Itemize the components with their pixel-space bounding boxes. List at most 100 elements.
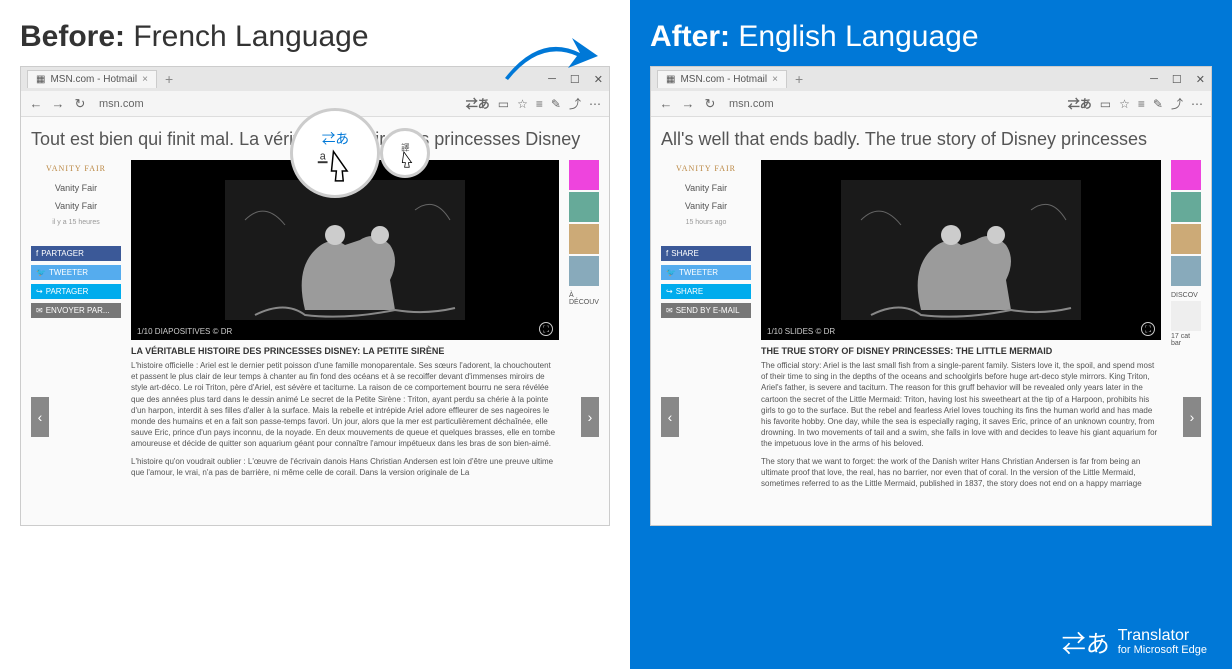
facebook-icon: f [36, 249, 38, 258]
publisher-logo: VANITY FAIR [31, 160, 121, 177]
expand-icon[interactable]: ⛶ [1141, 322, 1155, 336]
twitter-icon: 🐦 [36, 268, 46, 277]
minimize-button[interactable]: ─ [1150, 73, 1158, 86]
slide-caption: 1/10 DIAPOSITIVES © DR [137, 327, 232, 336]
favorite-icon[interactable]: ☆ [517, 97, 528, 111]
svg-text:譯: 譯 [401, 142, 410, 152]
discover-label: À DÉCOUV [569, 292, 599, 306]
brand-name: Translator [1118, 627, 1189, 644]
thumb[interactable] [1171, 224, 1201, 254]
article-heading: LA VÉRITABLE HISTOIRE DES PRINCESSES DIS… [131, 346, 559, 356]
hub-icon[interactable]: ≡ [536, 97, 543, 111]
publish-time: 15 hours ago [661, 217, 751, 228]
reading-view-icon[interactable]: ▭ [498, 97, 509, 111]
new-tab-button[interactable]: + [787, 71, 811, 87]
new-tab-button[interactable]: + [157, 71, 181, 87]
article-heading: THE TRUE STORY OF DISNEY PRINCESSES: THE… [761, 346, 1161, 356]
translator-icon[interactable]: ⇄あ [1068, 95, 1092, 112]
article-sidebar: VANITY FAIR Vanity Fair Vanity Fair 15 h… [661, 160, 751, 513]
publisher-name: Vanity Fair [31, 181, 121, 195]
share-mini-icon: ↪ [36, 287, 43, 296]
translator-logo-icon: ⇄あ [1062, 624, 1110, 659]
close-button[interactable]: ✕ [1196, 73, 1205, 86]
share-icon[interactable]: ⤴ [569, 95, 581, 112]
discover-label: DISCOV [1171, 292, 1201, 299]
article-paragraph-2: L'histoire qu'on voudrait oublier : L'œu… [131, 456, 559, 478]
expand-icon[interactable]: ⛶ [539, 322, 553, 336]
share-twitter-button[interactable]: 🐦TWEETER [31, 265, 121, 280]
share-twitter-button[interactable]: 🐦TWEETER [661, 265, 751, 280]
tab-close-icon[interactable]: × [772, 74, 778, 85]
thumb[interactable] [569, 160, 599, 190]
related-thumbnails: À DÉCOUV [569, 160, 599, 513]
reading-view-icon[interactable]: ▭ [1100, 97, 1111, 111]
mail-icon: ✉ [666, 306, 673, 315]
back-button[interactable]: ← [659, 97, 673, 111]
browser-after: ▦ MSN.com - Hotmail × + ─ ☐ ✕ ← → ↻ msn.… [650, 66, 1212, 526]
forward-button[interactable]: → [51, 97, 65, 111]
article-paragraph-1: L'histoire officielle : Ariel est le der… [131, 360, 559, 450]
article-title: All's well that ends badly. The true sto… [661, 129, 1201, 150]
publisher-logo: VANITY FAIR [661, 160, 751, 177]
thumb[interactable] [569, 256, 599, 286]
prev-slide-button[interactable]: ‹ [661, 397, 679, 437]
related-thumbnails: DISCOV 17 cat bar [1171, 160, 1201, 513]
browser-tab[interactable]: ▦ MSN.com - Hotmail × [27, 70, 157, 88]
article-sidebar: VANITY FAIR Vanity Fair Vanity Fair il y… [31, 160, 121, 513]
article-paragraph-2: The story that we want to forget: the wo… [761, 456, 1161, 490]
webnote-icon[interactable]: ✎ [551, 97, 561, 111]
webnote-icon[interactable]: ✎ [1153, 97, 1163, 111]
page-content: All's well that ends badly. The true sto… [651, 117, 1211, 525]
side-text: 17 cat bar [1171, 333, 1201, 347]
after-panel: After: English Language ▦ MSN.com - Hotm… [630, 0, 1232, 669]
share-generic-button[interactable]: ↪PARTAGER [31, 284, 121, 299]
share-email-button[interactable]: ✉ENVOYER PAR... [31, 303, 121, 318]
share-mini-icon: ↪ [666, 287, 673, 296]
tab-title: MSN.com - Hotmail [680, 74, 767, 85]
thumb[interactable] [569, 224, 599, 254]
translator-icon[interactable]: ⇄あ [466, 95, 490, 112]
facebook-icon: f [666, 249, 668, 258]
translator-branding: ⇄あ Translator for Microsoft Edge [1062, 624, 1207, 659]
url-text[interactable]: msn.com [725, 98, 774, 110]
thumb[interactable] [1171, 256, 1201, 286]
before-panel: Before: French Language ▦ MSN.com - Hotm… [0, 0, 630, 669]
share-icon[interactable]: ⤴ [1171, 95, 1183, 112]
refresh-button[interactable]: ↻ [73, 97, 87, 111]
svg-text:⇄あ: ⇄あ [321, 131, 348, 146]
next-slide-button[interactable]: › [1183, 397, 1201, 437]
forward-button[interactable]: → [681, 97, 695, 111]
address-bar: ← → ↻ msn.com ⇄あ ▭ ☆ ≡ ✎ ⤴ ⋯ [651, 91, 1211, 117]
share-facebook-button[interactable]: fSHARE [661, 246, 751, 261]
browser-tab[interactable]: ▦ MSN.com - Hotmail × [657, 70, 787, 88]
twitter-icon: 🐦 [666, 268, 676, 277]
favorite-icon[interactable]: ☆ [1119, 97, 1130, 111]
url-text[interactable]: msn.com [95, 98, 144, 110]
publish-time: il y a 15 heures [31, 217, 121, 228]
prev-slide-button[interactable]: ‹ [31, 397, 49, 437]
share-facebook-button[interactable]: fPARTAGER [31, 246, 121, 261]
brand-sub: for Microsoft Edge [1118, 644, 1207, 656]
share-generic-button[interactable]: ↪SHARE [661, 284, 751, 299]
back-button[interactable]: ← [29, 97, 43, 111]
hub-icon[interactable]: ≡ [1138, 97, 1145, 111]
tab-title: MSN.com - Hotmail [50, 74, 137, 85]
article-hero-image: 1/10 SLIDES © DR ⛶ [761, 160, 1161, 340]
share-email-button[interactable]: ✉SEND BY E-MAIL [661, 303, 751, 318]
svg-text:a: a [319, 150, 325, 162]
tab-close-icon[interactable]: × [142, 74, 148, 85]
mermaid-illustration [811, 160, 1111, 340]
next-slide-button[interactable]: › [581, 397, 599, 437]
thumb[interactable] [1171, 301, 1201, 331]
thumb[interactable] [569, 192, 599, 222]
tab-favicon: ▦ [666, 74, 675, 85]
thumb[interactable] [1171, 160, 1201, 190]
article-paragraph-1: The official story: Ariel is the last sm… [761, 360, 1161, 450]
transition-arrow [500, 28, 600, 88]
thumb[interactable] [1171, 192, 1201, 222]
refresh-button[interactable]: ↻ [703, 97, 717, 111]
more-icon[interactable]: ⋯ [589, 97, 601, 111]
more-icon[interactable]: ⋯ [1191, 97, 1203, 111]
maximize-button[interactable]: ☐ [1172, 73, 1182, 86]
mail-icon: ✉ [36, 306, 43, 315]
